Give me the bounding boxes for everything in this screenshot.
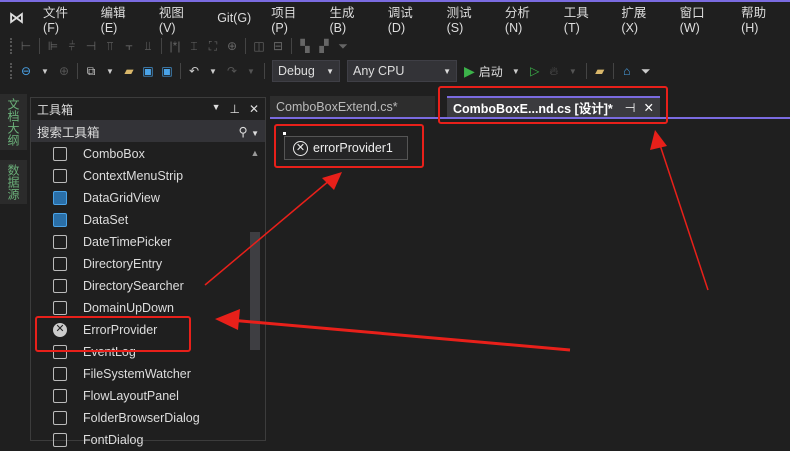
arrowhead [215, 309, 240, 330]
arrowhead [322, 172, 342, 190]
arrow-to-component [204, 179, 331, 286]
arrow-to-toolbox-item [229, 318, 571, 352]
arrowhead [650, 130, 667, 150]
annotation-arrows [204, 130, 709, 352]
arrow-to-designer-tab [659, 144, 709, 291]
